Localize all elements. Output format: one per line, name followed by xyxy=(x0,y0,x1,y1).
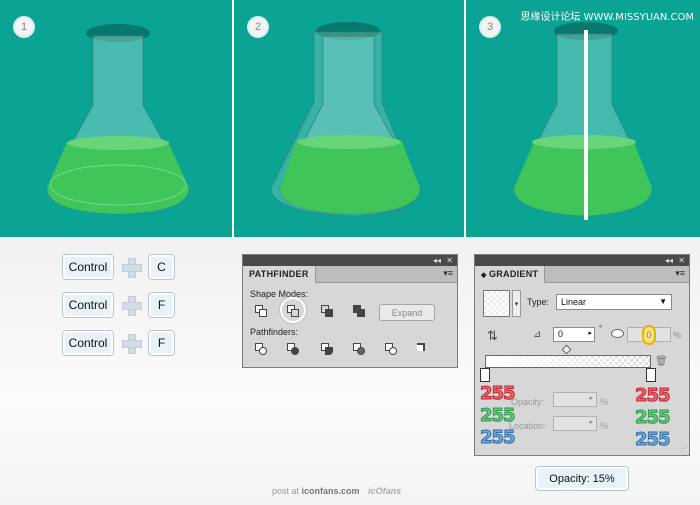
expand-button[interactable]: Expand xyxy=(379,304,435,321)
midpoint-slider[interactable] xyxy=(561,344,572,355)
opacity-callout: Opacity: 15% xyxy=(535,466,629,491)
location-field[interactable]: ▸ xyxy=(553,416,597,431)
opacity-label: Opacity: xyxy=(511,397,545,407)
type-select[interactable]: Linear ▼ xyxy=(556,294,672,310)
reverse-gradient-icon[interactable]: ⇅ xyxy=(487,328,503,344)
gradient-panel: ◂◂ ✕ ◆ GRADIENT ▾≡ ▾ Type: Linear ▼ ⇅ ⊿ 0… xyxy=(474,254,690,456)
key-f: F xyxy=(148,292,175,318)
key-control: Control xyxy=(62,330,114,356)
close-icon[interactable]: ✕ xyxy=(446,255,453,266)
collapse-icon[interactable]: ◂◂ xyxy=(433,255,441,266)
plus-icon xyxy=(122,258,142,278)
percent-label: % xyxy=(673,330,682,340)
type-label: Type: xyxy=(527,297,550,307)
minus-back-icon[interactable] xyxy=(415,341,429,355)
opacity-percent: % xyxy=(600,397,609,407)
opacity-field[interactable]: ▸ xyxy=(553,392,597,407)
intersect-icon[interactable] xyxy=(321,305,335,319)
aspect-ratio-icon xyxy=(611,329,624,338)
flask-illustration xyxy=(46,24,190,215)
step-number: 3 xyxy=(479,16,501,38)
step-panel-2: 2 xyxy=(234,0,464,237)
panel-titlebar: ◂◂ ✕ xyxy=(243,255,457,266)
right-stop-red-value: 255 xyxy=(635,385,672,407)
resize-grip-icon[interactable]: ⋰ xyxy=(680,445,687,453)
plus-icon xyxy=(122,296,142,316)
gradient-swatch[interactable] xyxy=(483,290,510,317)
outline-icon[interactable] xyxy=(385,343,399,357)
step-number: 2 xyxy=(247,16,269,38)
watermark: 思缘设计论坛 WWW.MISSYUAN.COM xyxy=(520,12,694,23)
illustration-area: 1 2 3 思缘设计论坛 WWW.MISSYUAN.COM xyxy=(0,0,700,237)
location-percent: % xyxy=(600,421,609,431)
pathfinder-panel: ◂◂ ✕ PATHFINDER ▾≡ Shape Modes: Expand P… xyxy=(242,254,458,368)
swatch-dropdown-icon[interactable]: ▾ xyxy=(512,290,521,317)
trim-icon[interactable] xyxy=(287,343,301,357)
step-number: 1 xyxy=(13,16,35,38)
step-panel-1: 1 xyxy=(0,0,232,237)
divide-icon[interactable] xyxy=(255,343,269,357)
gradient-stop-left[interactable] xyxy=(480,368,490,382)
location-label: Location: xyxy=(509,421,546,431)
unite-icon[interactable] xyxy=(255,305,269,319)
flask-illustration xyxy=(270,22,421,217)
left-stop-red-value: 255 xyxy=(480,383,517,405)
key-c: C xyxy=(148,254,175,280)
footer-site: iconfans.com xyxy=(301,486,360,496)
footer-logo: icOfans xyxy=(368,486,402,496)
exclude-icon[interactable] xyxy=(353,305,367,319)
pathfinders-label: Pathfinders: xyxy=(250,327,299,337)
shape-modes-label: Shape Modes: xyxy=(250,289,309,299)
key-control: Control xyxy=(62,254,114,280)
tab-gradient[interactable]: ◆ GRADIENT xyxy=(475,266,546,283)
tab-pathfinder[interactable]: PATHFINDER xyxy=(243,266,316,283)
gradient-slider[interactable] xyxy=(485,355,651,368)
right-stop-green-value: 255 xyxy=(635,407,672,429)
collapse-icon[interactable]: ◂◂ xyxy=(665,255,673,266)
footer: post at iconfans.com icOfans xyxy=(272,486,402,496)
minus-front-icon[interactable] xyxy=(287,305,301,319)
callout-marker: 0 xyxy=(642,325,656,345)
gradient-stop-right[interactable] xyxy=(646,368,656,382)
plus-icon xyxy=(122,334,142,354)
angle-field[interactable]: 0 ▸ xyxy=(553,327,595,342)
panel-titlebar: ◂◂ ✕ xyxy=(475,255,689,266)
key-control: Control xyxy=(62,292,114,318)
step-panel-3: 3 思缘设计论坛 WWW.MISSYUAN.COM xyxy=(466,0,700,237)
merge-icon[interactable] xyxy=(321,343,335,357)
panel-menu-icon[interactable]: ▾≡ xyxy=(675,268,685,279)
delete-stop-icon[interactable]: 🗑 xyxy=(655,356,668,367)
right-stop-blue-value: 255 xyxy=(635,429,672,451)
key-f: F xyxy=(148,330,175,356)
angle-icon: ⊿ xyxy=(533,329,542,340)
degree-symbol: ° xyxy=(599,324,603,333)
flask-illustration xyxy=(513,22,653,220)
crop-icon[interactable] xyxy=(353,343,367,357)
close-icon[interactable]: ✕ xyxy=(678,255,685,266)
panel-menu-icon[interactable]: ▾≡ xyxy=(443,268,453,279)
